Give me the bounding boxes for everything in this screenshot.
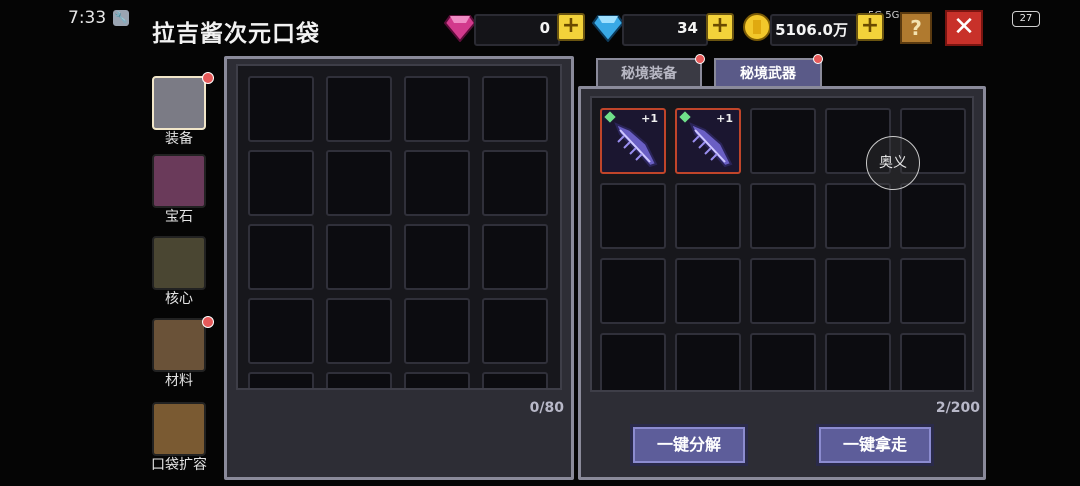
empty-slot[interactable] bbox=[482, 372, 548, 388]
add-blue-diamond-button[interactable]: + bbox=[706, 13, 734, 41]
close-button[interactable]: ✕ bbox=[945, 10, 983, 46]
battery-indicator: 27 bbox=[1012, 11, 1040, 27]
help-button[interactable]: ? bbox=[900, 12, 932, 44]
blue-diamond-value: 34 bbox=[677, 19, 698, 37]
gold-coin-icon bbox=[743, 13, 771, 41]
empty-slot[interactable] bbox=[825, 333, 891, 390]
notification-dot bbox=[202, 316, 214, 328]
notification-dot bbox=[695, 54, 705, 64]
empty-slot[interactable] bbox=[750, 108, 816, 174]
empty-slot[interactable] bbox=[404, 372, 470, 388]
page-title: 拉吉酱次元口袋 bbox=[152, 21, 320, 47]
sidebar-item-label: 装备 bbox=[165, 131, 193, 147]
empty-slot[interactable] bbox=[675, 258, 741, 324]
sidebar-item-gems[interactable]: 宝石 bbox=[148, 154, 210, 226]
add-gold-button[interactable]: + bbox=[856, 13, 884, 41]
take-all-button[interactable]: 一键拿走 bbox=[816, 424, 934, 466]
gold-coin-value: 5106.0万 bbox=[775, 21, 848, 39]
sidebar-item-label: 宝石 bbox=[165, 209, 193, 225]
weapon-slot[interactable]: +1 bbox=[675, 108, 741, 174]
empty-slot[interactable] bbox=[326, 150, 392, 216]
sidebar-item-materials[interactable]: 材料 bbox=[148, 318, 210, 390]
armor-icon bbox=[152, 76, 206, 130]
empty-slot[interactable] bbox=[248, 224, 314, 290]
feather-weapon-icon bbox=[689, 122, 733, 168]
feather-weapon-icon bbox=[614, 122, 658, 168]
empty-slot[interactable] bbox=[825, 258, 891, 324]
blue-diamond-icon bbox=[592, 15, 624, 42]
empty-slot[interactable] bbox=[482, 298, 548, 364]
empty-slot[interactable] bbox=[825, 183, 891, 249]
empty-slot[interactable] bbox=[600, 333, 666, 390]
empty-slot[interactable] bbox=[675, 183, 741, 249]
sidebar-item-label: 核心 bbox=[165, 291, 193, 307]
empty-slot[interactable] bbox=[900, 183, 966, 249]
empty-slot[interactable] bbox=[482, 224, 548, 290]
empty-slot[interactable] bbox=[600, 183, 666, 249]
status-time: 7:33 bbox=[68, 8, 107, 28]
sidebar-item-label: 材料 bbox=[165, 373, 193, 389]
empty-slot[interactable] bbox=[750, 258, 816, 324]
empty-slot[interactable] bbox=[600, 258, 666, 324]
core-icon bbox=[152, 236, 206, 290]
empty-slot[interactable] bbox=[900, 258, 966, 324]
empty-slot[interactable] bbox=[404, 224, 470, 290]
sidebar-item-expand[interactable]: 口袋扩容 bbox=[148, 402, 210, 474]
realm-weapon-grid[interactable]: +1 +1 bbox=[590, 96, 974, 392]
ultimate-skill-button[interactable]: 奥义 bbox=[866, 136, 920, 190]
empty-slot[interactable] bbox=[248, 298, 314, 364]
sidebar-item-label: 口袋扩容 bbox=[151, 457, 207, 473]
empty-slot[interactable] bbox=[482, 150, 548, 216]
empty-slot[interactable] bbox=[404, 76, 470, 142]
empty-slot[interactable] bbox=[248, 372, 314, 388]
sidebar-item-core[interactable]: 核心 bbox=[148, 236, 210, 308]
inventory-grid[interactable] bbox=[236, 64, 562, 390]
empty-slot[interactable] bbox=[404, 298, 470, 364]
pink-gem-value: 0 bbox=[539, 19, 550, 37]
sidebar-item-equipment[interactable]: 装备 bbox=[148, 76, 210, 148]
weapon-slot[interactable]: +1 bbox=[600, 108, 666, 174]
inventory-count: 0/80 bbox=[529, 400, 564, 416]
notification-dot bbox=[813, 54, 823, 64]
empty-slot[interactable] bbox=[326, 224, 392, 290]
pink-gem-icon bbox=[444, 15, 476, 42]
realm-weapon-count: 2/200 bbox=[935, 400, 980, 416]
empty-slot[interactable] bbox=[248, 76, 314, 142]
notification-dot bbox=[202, 72, 214, 84]
empty-slot[interactable] bbox=[900, 333, 966, 390]
wrench-icon: 🔧 bbox=[113, 10, 129, 26]
tab-realm-weapons[interactable]: 秘境武器 bbox=[714, 58, 822, 88]
empty-slot[interactable] bbox=[750, 183, 816, 249]
chest-icon bbox=[152, 402, 206, 456]
book-icon bbox=[152, 318, 206, 372]
empty-slot[interactable] bbox=[750, 333, 816, 390]
tab-realm-equipment[interactable]: 秘境装备 bbox=[596, 58, 702, 88]
empty-slot[interactable] bbox=[326, 76, 392, 142]
empty-slot[interactable] bbox=[248, 150, 314, 216]
empty-slot[interactable] bbox=[326, 298, 392, 364]
add-pink-gem-button[interactable]: + bbox=[557, 13, 585, 41]
crystal-icon bbox=[152, 154, 206, 208]
empty-slot[interactable] bbox=[482, 76, 548, 142]
empty-slot[interactable] bbox=[675, 333, 741, 390]
decompose-all-button[interactable]: 一键分解 bbox=[630, 424, 748, 466]
empty-slot[interactable] bbox=[404, 150, 470, 216]
empty-slot[interactable] bbox=[326, 372, 392, 388]
